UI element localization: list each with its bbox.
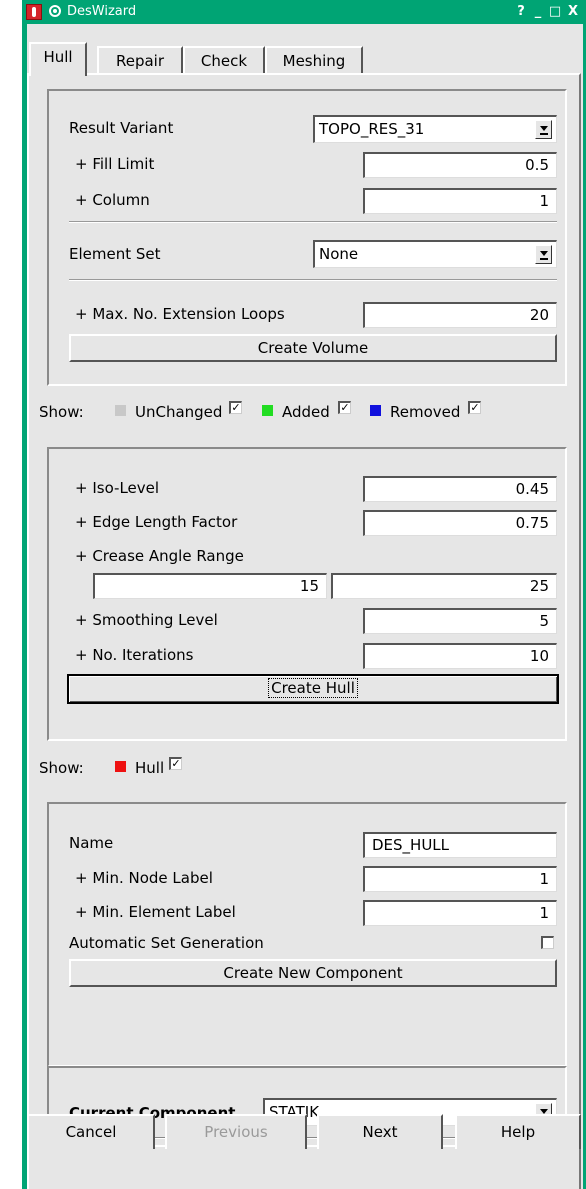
smoothing-level-label: + Smoothing Level bbox=[75, 611, 218, 629]
added-label: Added bbox=[282, 403, 330, 421]
auto-set-label: Automatic Set Generation bbox=[69, 934, 264, 952]
deswizard-window: DesWizard ? _ □ X Hull Repair Check Mesh… bbox=[22, 0, 586, 1189]
removed-checkbox[interactable]: ✓ bbox=[468, 401, 481, 414]
iterations-input[interactable]: 10 bbox=[363, 643, 557, 669]
create-volume-button[interactable]: Create Volume bbox=[69, 334, 557, 362]
tab-hull[interactable]: Hull bbox=[29, 42, 87, 76]
component-group: Name DES_HULL + Min. Node Label 1 + Min.… bbox=[47, 802, 567, 1067]
crease-angle-label: + Crease Angle Range bbox=[75, 547, 244, 565]
minimize-icon[interactable]: _ bbox=[530, 3, 546, 20]
maximize-icon[interactable]: □ bbox=[547, 3, 563, 20]
component-name-input[interactable]: DES_HULL bbox=[363, 832, 557, 858]
close-icon[interactable]: X bbox=[565, 3, 581, 20]
help-icon[interactable]: ? bbox=[513, 3, 529, 20]
iso-level-input[interactable]: 0.45 bbox=[363, 476, 557, 502]
chevron-down-icon[interactable] bbox=[535, 120, 552, 139]
create-hull-button[interactable]: Create Hull bbox=[67, 674, 559, 704]
app-icon bbox=[26, 4, 42, 20]
unchanged-checkbox[interactable]: ✓ bbox=[229, 401, 242, 414]
edge-length-label: + Edge Length Factor bbox=[75, 513, 238, 531]
tab-meshing[interactable]: Meshing bbox=[265, 46, 363, 74]
cancel-button[interactable]: Cancel bbox=[27, 1114, 155, 1149]
create-hull-label: Create Hull bbox=[268, 678, 358, 698]
tab-repair[interactable]: Repair bbox=[97, 46, 183, 74]
min-node-input[interactable]: 1 bbox=[363, 866, 557, 892]
create-volume-label: Create Volume bbox=[257, 339, 369, 357]
iso-level-label: + Iso-Level bbox=[75, 479, 160, 497]
separator bbox=[69, 221, 557, 223]
unchanged-swatch bbox=[115, 405, 126, 416]
client-area: Hull Repair Check Meshing Result Variant… bbox=[27, 24, 583, 1189]
column-label: + Column bbox=[75, 191, 150, 209]
auto-set-checkbox[interactable] bbox=[541, 936, 554, 949]
min-element-input[interactable]: 1 bbox=[363, 900, 557, 926]
create-component-button[interactable]: Create New Component bbox=[69, 959, 557, 987]
added-swatch bbox=[262, 405, 273, 416]
min-element-label: + Min. Element Label bbox=[75, 903, 236, 921]
show-volume-label: Show: bbox=[39, 403, 84, 421]
hull-tab-panel: Result Variant TOPO_RES_31 + Fill Limit … bbox=[27, 73, 581, 1189]
smoothing-level-input[interactable]: 5 bbox=[363, 608, 557, 634]
iterations-label: + No. Iterations bbox=[75, 646, 194, 664]
added-checkbox[interactable]: ✓ bbox=[338, 401, 351, 414]
title-bar[interactable]: DesWizard ? _ □ X bbox=[22, 0, 586, 24]
element-set-select[interactable]: None bbox=[313, 240, 557, 268]
removed-swatch bbox=[370, 405, 381, 416]
name-label: Name bbox=[69, 834, 114, 852]
hull-checkbox[interactable]: ✓ bbox=[169, 757, 182, 770]
separator bbox=[69, 279, 557, 281]
element-set-label: Element Set bbox=[69, 245, 161, 263]
result-variant-value: TOPO_RES_31 bbox=[319, 120, 425, 138]
crease-max-input[interactable]: 25 bbox=[331, 573, 557, 599]
max-loops-label: + Max. No. Extension Loops bbox=[75, 305, 285, 323]
column-input[interactable]: 1 bbox=[363, 188, 557, 214]
result-variant-select[interactable]: TOPO_RES_31 bbox=[313, 115, 557, 143]
result-variant-label: Result Variant bbox=[69, 119, 174, 137]
removed-label: Removed bbox=[390, 403, 461, 421]
window-menu-icon[interactable] bbox=[49, 5, 61, 17]
volume-group: Result Variant TOPO_RES_31 + Fill Limit … bbox=[47, 89, 567, 386]
next-button[interactable]: Next bbox=[317, 1114, 443, 1149]
max-loops-input[interactable]: 20 bbox=[363, 302, 557, 328]
create-component-label: Create New Component bbox=[223, 964, 403, 982]
help-button[interactable]: Help bbox=[455, 1114, 581, 1149]
unchanged-label: UnChanged bbox=[135, 403, 223, 421]
hull-swatch bbox=[115, 761, 126, 772]
fill-limit-input[interactable]: 0.5 bbox=[363, 152, 557, 178]
chevron-down-icon[interactable] bbox=[535, 245, 552, 264]
fill-limit-label: + Fill Limit bbox=[75, 155, 155, 173]
tab-check[interactable]: Check bbox=[183, 46, 265, 74]
edge-length-input[interactable]: 0.75 bbox=[363, 510, 557, 536]
tab-bar: Hull Repair Check Meshing bbox=[27, 38, 583, 76]
show-hull-label: Show: bbox=[39, 759, 84, 777]
window-title: DesWizard bbox=[67, 4, 137, 19]
hull-group: + Iso-Level 0.45 + Edge Length Factor 0.… bbox=[47, 447, 567, 741]
crease-min-input[interactable]: 15 bbox=[93, 573, 327, 599]
min-node-label: + Min. Node Label bbox=[75, 869, 213, 887]
previous-button[interactable]: Previous bbox=[165, 1114, 307, 1149]
element-set-value: None bbox=[319, 245, 359, 263]
hull-visibility-label: Hull bbox=[135, 759, 165, 777]
